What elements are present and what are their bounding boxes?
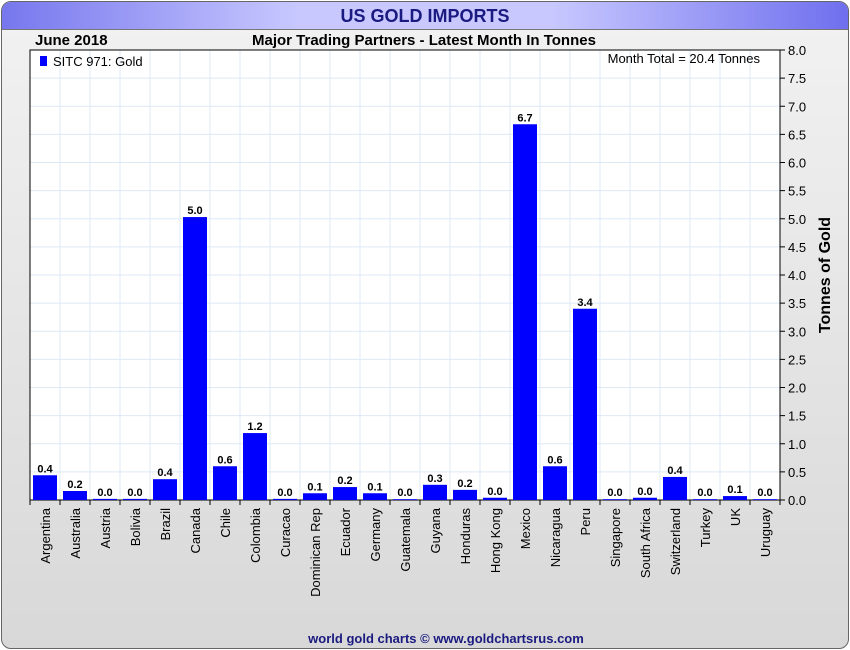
y-tick-label: 0.0: [788, 493, 806, 508]
bar: [483, 497, 507, 500]
bar: [213, 466, 237, 500]
bar: [393, 499, 417, 500]
y-tick-label: 5.5: [788, 184, 806, 199]
y-tick-label: 0.5: [788, 465, 806, 480]
x-tick-label: Mexico: [518, 508, 533, 549]
y-axis-label: Tonnes of Gold: [817, 217, 834, 333]
data-label: 0.6: [547, 454, 562, 466]
data-label: 0.2: [67, 479, 82, 491]
data-label: 0.0: [97, 487, 112, 499]
y-tick-label: 6.5: [788, 127, 806, 142]
data-label: 1.2: [247, 421, 262, 433]
x-tick-label: Brazil: [158, 508, 173, 541]
legend-swatch-icon: [40, 56, 47, 66]
bar: [33, 475, 57, 500]
data-label: 0.6: [217, 454, 232, 466]
data-label: 0.1: [727, 484, 742, 496]
x-tick-label: Curacao: [278, 508, 293, 557]
bar: [63, 491, 87, 500]
bar: [753, 499, 777, 500]
data-label: 0.4: [667, 465, 683, 477]
month-total-annotation: Month Total = 20.4 Tonnes: [608, 51, 761, 66]
data-label: 0.0: [637, 486, 652, 498]
data-label: 0.2: [337, 475, 352, 487]
bar: [543, 466, 567, 500]
bar: [663, 476, 687, 500]
bar: [153, 479, 177, 500]
data-label: 0.3: [427, 473, 442, 485]
x-tick-label: Austria: [98, 507, 113, 548]
data-label: 3.4: [577, 297, 593, 309]
y-tick-label: 7.5: [788, 71, 806, 86]
x-tick-label: Australia: [68, 507, 83, 558]
y-tick-label: 4.0: [788, 268, 806, 283]
x-tick-label: Argentina: [38, 507, 53, 563]
data-label: 0.4: [157, 467, 173, 479]
x-tick-label: Bolivia: [128, 507, 143, 546]
y-tick-label: 2.5: [788, 352, 806, 367]
x-tick-label: Peru: [578, 508, 593, 535]
y-tick-label: 3.5: [788, 296, 806, 311]
x-tick-label: Germany: [368, 508, 383, 562]
data-label: 0.2: [457, 478, 472, 490]
bar: [123, 498, 147, 500]
x-tick-label: Canada: [188, 507, 203, 553]
x-tick-label: Guyana: [428, 507, 443, 553]
x-tick-label: Guatemala: [398, 507, 413, 571]
x-tick-label: South Africa: [638, 507, 653, 578]
x-tick-label: UK: [728, 508, 743, 526]
y-tick-label: 1.0: [788, 437, 806, 452]
bar: [513, 124, 537, 500]
data-label: 6.7: [517, 112, 532, 124]
bar: [183, 217, 207, 500]
data-label: 0.0: [697, 487, 712, 499]
data-label: 0.0: [127, 487, 142, 499]
y-tick-label: 6.0: [788, 156, 806, 171]
x-tick-label: Singapore: [608, 508, 623, 567]
x-tick-label: Chile: [218, 508, 233, 538]
bar: [453, 489, 477, 500]
data-label: 0.4: [37, 463, 53, 475]
bar: [333, 487, 357, 500]
data-label: 5.0: [187, 205, 202, 217]
x-tick-label: Colombia: [248, 507, 263, 563]
bar: [93, 498, 117, 500]
data-label: 0.1: [307, 481, 322, 493]
x-tick-label: Hong Kong: [488, 508, 503, 573]
bar: [303, 493, 327, 500]
y-tick-label: 2.0: [788, 381, 806, 396]
bar: [573, 308, 597, 500]
x-tick-label: Honduras: [458, 508, 473, 565]
data-label: 0.0: [397, 487, 412, 499]
bar: [723, 496, 747, 500]
x-tick-label: Uruguay: [758, 508, 773, 558]
y-tick-label: 8.0: [788, 43, 806, 58]
bar: [243, 433, 267, 500]
bar: [273, 498, 297, 500]
x-tick-label: Nicaragua: [548, 507, 563, 567]
bar: [633, 497, 657, 500]
x-tick-label: Ecuador: [338, 507, 353, 556]
y-tick-label: 4.5: [788, 240, 806, 255]
bar: [693, 499, 717, 500]
bar-chart: 0.0 0.5 1.0 1.5 2.0 2.5 3.0 3.5 4.0 4.5 5.0 5.5 6.0 6…: [29, 43, 834, 597]
bar: [603, 499, 627, 500]
y-tick-label: 1.5: [788, 409, 806, 424]
data-label: 0.1: [367, 481, 382, 493]
bar: [423, 484, 447, 500]
data-label: 0.0: [757, 487, 772, 499]
x-tick-label: Switzerland: [668, 508, 683, 575]
legend-label: SITC 971: Gold: [53, 54, 143, 69]
data-label: 0.0: [487, 486, 502, 498]
data-label: 0.0: [607, 487, 622, 499]
data-label: 0.0: [277, 487, 292, 499]
x-tick-label: Turkey: [698, 508, 713, 548]
bar: [363, 493, 387, 500]
y-tick-label: 5.0: [788, 212, 806, 227]
y-tick-label: 3.0: [788, 324, 806, 339]
x-tick-label: Dominican Rep: [308, 508, 323, 597]
y-tick-label: 7.0: [788, 99, 806, 114]
